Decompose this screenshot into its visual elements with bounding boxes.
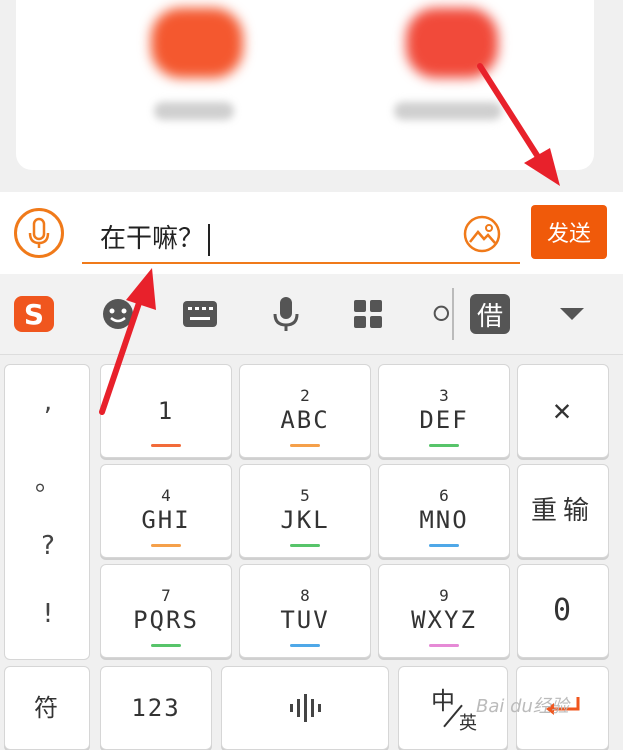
punct-period[interactable]: 。	[5, 461, 91, 498]
key-4-ghi[interactable]: 4 GHI	[100, 464, 232, 558]
key-7-pqrs[interactable]: 7 PQRS	[100, 564, 232, 658]
key-8-tuv[interactable]: 8 TUV	[239, 564, 371, 658]
message-input-bar: 在干嘛？ 发送	[0, 192, 623, 274]
image-button[interactable]	[462, 214, 502, 254]
search-icon[interactable]	[432, 292, 452, 336]
key-1[interactable]: 1	[100, 364, 232, 458]
grid-icon[interactable]	[348, 292, 388, 336]
punctuation-column[interactable]: , 。 ? !	[4, 364, 90, 660]
app-label-1	[154, 102, 234, 120]
key-6-mno[interactable]: 6 MNO	[378, 464, 510, 558]
numbers-key[interactable]: 123	[100, 666, 212, 750]
image-icon	[463, 215, 501, 253]
borrow-icon[interactable]: 借	[468, 292, 512, 336]
app-label-2	[394, 102, 502, 120]
send-button[interactable]: 发送	[531, 205, 607, 259]
microphone-icon	[28, 217, 50, 248]
keyboard: , 。 ? ! 1 2 ABC 3 DEF ✕ 4 GHI 5 JKL 6 MNO 重输 …	[0, 356, 623, 750]
key-2-abc[interactable]: 2 ABC	[239, 364, 371, 458]
app-icon-1[interactable]	[151, 8, 243, 78]
reenter-key[interactable]: 重输	[517, 464, 609, 558]
watermark: Bai du经验	[476, 696, 569, 717]
message-text: 在干嘛？	[100, 224, 205, 254]
share-card	[16, 0, 594, 170]
key-5-jkl[interactable]: 5 JKL	[239, 464, 371, 558]
key-3-def[interactable]: 3 DEF	[378, 364, 510, 458]
key-0[interactable]: 0	[517, 564, 609, 658]
space-key[interactable]	[221, 666, 389, 750]
symbol-key[interactable]: 符	[4, 666, 90, 750]
emoji-icon[interactable]	[98, 292, 138, 336]
sogou-logo-icon[interactable]: S	[10, 292, 58, 336]
toolbar-divider	[452, 288, 454, 340]
lang-en-label: 英	[459, 713, 477, 734]
app-icon-2[interactable]	[406, 8, 498, 78]
voice-icon[interactable]	[266, 292, 306, 336]
key-9-wxyz[interactable]: 9 WXYZ	[378, 564, 510, 658]
keyboard-icon[interactable]	[180, 292, 220, 336]
punct-comma[interactable]: ,	[5, 387, 91, 417]
svg-text:S: S	[24, 298, 44, 331]
voice-input-button[interactable]	[14, 208, 64, 258]
delete-key[interactable]: ✕	[517, 364, 609, 458]
lang-cn-label: 中	[431, 687, 455, 715]
collapse-icon[interactable]	[552, 292, 592, 336]
punct-exclaim[interactable]: !	[5, 599, 91, 629]
punct-question[interactable]: ?	[5, 531, 91, 561]
message-field[interactable]: 在干嘛？	[82, 202, 520, 264]
ime-toolbar: S 借	[0, 274, 623, 355]
waveform-icon	[290, 694, 321, 722]
text-caret	[208, 223, 211, 256]
